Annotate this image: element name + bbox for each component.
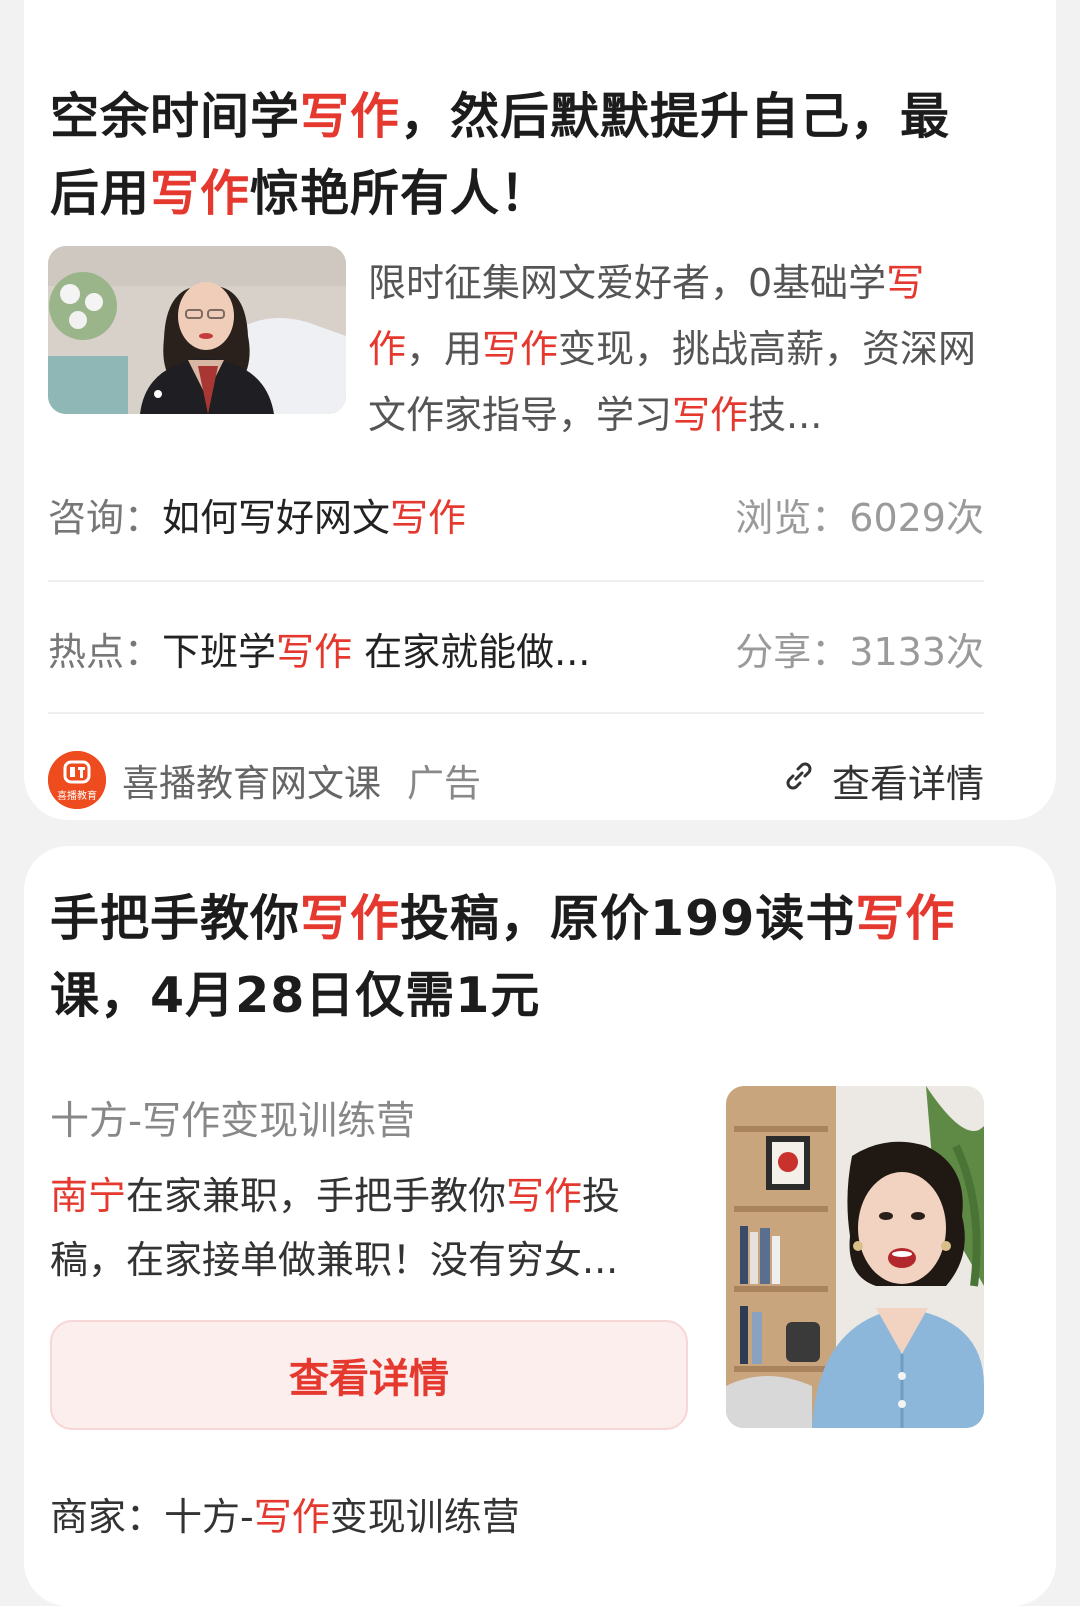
view-details-label: 查看详情 (831, 761, 984, 806)
title-text: 空余时间学 (50, 88, 301, 145)
link-icon (782, 758, 816, 802)
desc-highlight: 写作 (672, 393, 749, 437)
desc-text: ，用 (406, 327, 483, 371)
location-highlight: 南宁 (50, 1174, 127, 1218)
ad-title[interactable]: 空余时间学写作，然后默默提升自己，最后用写作惊艳所有人！ (50, 78, 990, 232)
hot-text: 下班学 (162, 629, 277, 674)
title-text: 惊艳所有人！ (250, 165, 551, 222)
title-text: 课，4月28日仅需1元 (50, 967, 541, 1024)
consult-label: 咨询： (48, 495, 163, 540)
consult-highlight: 写作 (390, 495, 467, 540)
merchant-label: 商家： (50, 1495, 165, 1539)
desc-text: 限时征集网文爱好者，0基础学 (368, 261, 887, 305)
hot-label: 热点： (48, 629, 163, 674)
title-text: 手把手教你 (50, 890, 301, 947)
ad-source: 十方-写作变现训练营 (50, 1099, 416, 1144)
ad-description: 南宁在家兼职，手把手教你写作投稿，在家接单做兼职！没有穷女... (50, 1164, 690, 1292)
advertiser-row: 喜播教育 喜播教育网文课 广告 查看详情 (48, 712, 984, 846)
merchant-name-rest: 变现训练营 (329, 1495, 520, 1539)
hot-highlight: 写作 (276, 629, 353, 674)
view-details-link[interactable]: 查看详情 (782, 753, 984, 808)
ad-thumbnail-image[interactable] (48, 246, 346, 414)
title-highlight: 写作 (300, 890, 401, 947)
hot-text-rest: 在家就能做... (352, 629, 591, 674)
brand-name[interactable]: 喜播教育网文课 (122, 753, 381, 807)
hot-topic-row[interactable]: 热点：下班学写作 在家就能做... 分享：3133次 (48, 580, 984, 714)
title-highlight: 写作 (150, 165, 251, 222)
views-count: 浏览：6029次 (735, 495, 984, 540)
title-highlight: 写作 (855, 890, 956, 947)
consult-row[interactable]: 咨询：如何写好网文写作 浏览：6029次 (48, 448, 984, 580)
merchant-line: 商家：十方-写作变现训练营 (50, 1486, 520, 1541)
woman-in-blue-cardigan-photo (726, 1086, 984, 1428)
view-details-button[interactable]: 查看详情 (50, 1320, 688, 1430)
desc-text: 技... (748, 393, 823, 437)
ad-tag: 广告 (407, 762, 481, 805)
title-highlight: 写作 (300, 88, 401, 145)
desc-text: 在家兼职，手把手教你 (126, 1174, 507, 1218)
ad-thumbnail-image[interactable] (726, 1086, 984, 1428)
merchant-name: 十方- (164, 1495, 254, 1539)
woman-in-black-blazer-photo (48, 246, 346, 414)
ad-title[interactable]: 手把手教你写作投稿，原价199读书写作课，4月28日仅需1元 (50, 880, 990, 1034)
brand-logo-text: 喜播教育 (57, 789, 97, 802)
shares-count: 分享：3133次 (735, 629, 984, 674)
consult-text: 如何写好网文 (162, 495, 391, 540)
ad-description: 限时征集网文爱好者，0基础学写作，用写作变现，挑战高薪，资深网文作家指导，学习写… (368, 250, 992, 448)
brand-logo-icon[interactable]: 喜播教育 (48, 751, 106, 809)
desc-highlight: 写作 (506, 1174, 583, 1218)
desc-highlight: 写作 (482, 327, 559, 371)
title-text: 投稿，原价199读书 (400, 890, 856, 947)
merchant-highlight: 写作 (253, 1495, 330, 1539)
